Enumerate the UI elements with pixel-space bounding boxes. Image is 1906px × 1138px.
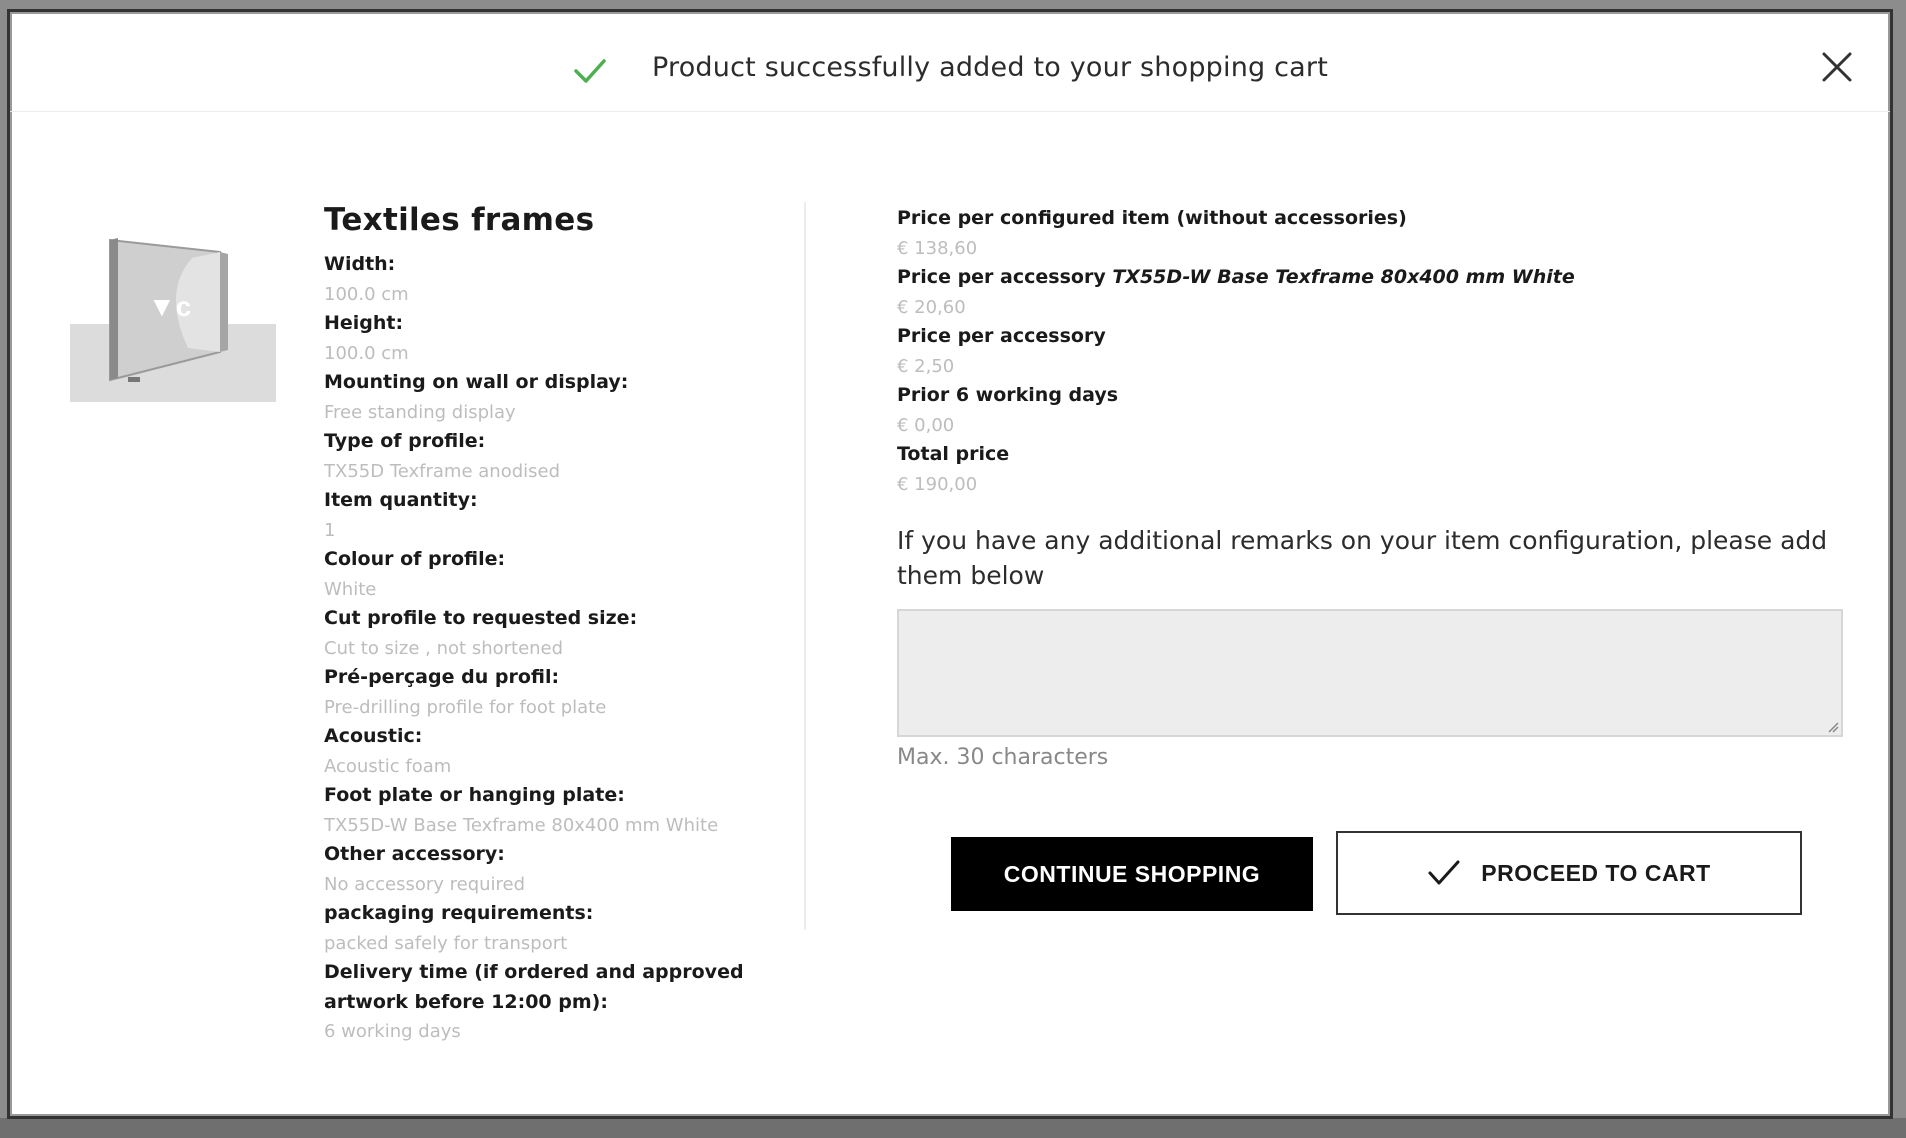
price-configured-value: € 138,60 [897, 237, 978, 259]
remarks-prompt: If you have any additional remarks on yo… [897, 526, 1828, 590]
price-accessory-value: € 20,60 [897, 296, 966, 318]
spec-label: Width: [324, 253, 396, 275]
price-accessory-2-label: Price per accessory [897, 325, 1106, 347]
price-configured-label: Price per configured item (without acces… [897, 207, 1407, 229]
spec-value: 100.0 cm [324, 342, 409, 364]
total-price-value: € 190,00 [897, 473, 978, 495]
spec-label: Pré-perçage du profil: [324, 666, 560, 688]
page-backdrop-strip [0, 1118, 1906, 1138]
close-icon[interactable] [1820, 50, 1854, 84]
product-image: ▼c [70, 238, 276, 402]
proceed-to-cart-button[interactable]: PROCEED TO CART [1336, 831, 1802, 915]
max-characters-hint: Max. 30 characters [897, 745, 1109, 770]
spec-value: TX55D Texframe anodised [324, 460, 561, 482]
spec-label: packaging requirements: [324, 902, 594, 924]
product-details: Textiles frames Width: 100.0 cm Height: … [324, 202, 804, 1047]
proceed-to-cart-label: PROCEED TO CART [1481, 859, 1711, 886]
spec-value: Pre-drilling profile for foot plate [324, 696, 607, 718]
total-price-label: Total price [897, 443, 1010, 465]
spec-list: Width: 100.0 cm Height: 100.0 cm Mountin… [324, 250, 804, 1047]
spec-value: Free standing display [324, 401, 516, 423]
spec-label: Item quantity: [324, 489, 478, 511]
continue-shopping-button[interactable]: CONTINUE SHOPPING [951, 837, 1313, 911]
spec-label: Cut profile to requested size: [324, 607, 638, 629]
spec-label: Other accessory: [324, 843, 505, 865]
spec-value: 1 [324, 519, 336, 541]
spec-value: Cut to size , not shortened [324, 637, 564, 659]
prior-days-label: Prior 6 working days [897, 384, 1119, 406]
success-message: Product successfully added to your shopp… [652, 52, 1329, 83]
spec-value: White [324, 578, 377, 600]
spec-label: Mounting on wall or display: [324, 371, 629, 393]
remarks-textarea[interactable] [897, 609, 1843, 737]
spec-value: packed safely for transport [324, 932, 568, 954]
spec-label: Colour of profile: [324, 548, 506, 570]
svg-text:▼c: ▼c [148, 291, 191, 322]
product-title: Textiles frames [324, 202, 595, 238]
spec-label: Type of profile: [324, 430, 486, 452]
spec-value: 6 working days [324, 1021, 461, 1042]
add-to-cart-modal: Product successfully added to your shopp… [7, 9, 1893, 1119]
price-summary: Price per configured item (without acces… [897, 204, 1847, 770]
spec-value: No accessory required [324, 873, 526, 895]
price-accessory-name: TX55D-W Base Texframe 80x400 mm White [1112, 266, 1575, 288]
spec-value: 100.0 cm [324, 283, 409, 305]
spec-value: TX55D-W Base Texframe 80x400 mm White [324, 814, 719, 836]
prior-days-value: € 0,00 [897, 414, 955, 436]
spec-label: Acoustic: [324, 725, 423, 747]
price-accessory-label: Price per accessory TX55D-W Base Texfram… [897, 263, 1847, 293]
check-icon [1428, 860, 1460, 885]
column-divider [804, 202, 806, 930]
spec-label: Height: [324, 312, 404, 334]
spec-value: Acoustic foam [324, 755, 452, 777]
modal-header: Product successfully added to your shopp… [10, 12, 1890, 112]
spec-label: Foot plate or hanging plate: [324, 784, 625, 806]
price-accessory-prefix: Price per accessory [897, 266, 1113, 288]
price-accessory-2-value: € 2,50 [897, 355, 955, 377]
check-icon [574, 59, 606, 83]
resize-handle-icon[interactable] [1825, 719, 1839, 733]
spec-label: Delivery time (if ordered and approved a… [324, 961, 744, 1013]
